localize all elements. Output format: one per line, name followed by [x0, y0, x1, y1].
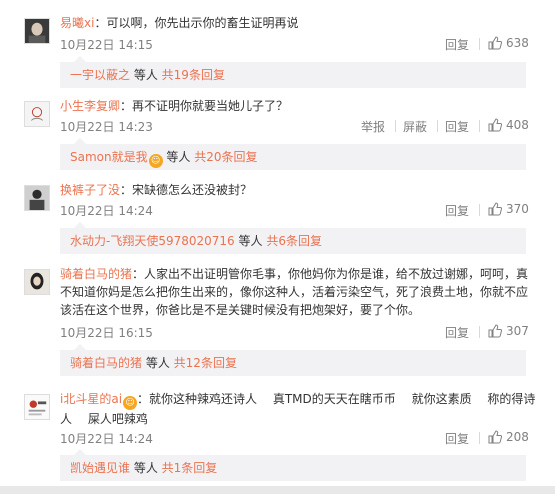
comment-body-line: 不知道你妈是怎么把你生出来的，像你这种人，活着污染空气，死了浪费土地，你就不应 [60, 285, 529, 299]
like-count: 638 [506, 36, 529, 50]
reply-username[interactable]: 水动力-飞翔天使5978020716 [70, 234, 235, 248]
thumbs-up-icon[interactable] [488, 118, 502, 132]
comment-meta: 10月22日 16:15 回复 307 [60, 324, 541, 340]
comment-text: i北斗星的ai ☺ ：就你这种辣鸡还诗人 真TMD的天天在瞎币币 就你这素质 称的得… [60, 390, 541, 428]
avatar[interactable] [24, 18, 50, 44]
emoji-badge-icon: ☺ [123, 396, 138, 410]
report-button[interactable]: 举报 [361, 118, 385, 135]
thumbs-up-icon[interactable] [488, 324, 502, 338]
divider [479, 326, 480, 338]
divider [479, 432, 480, 444]
reply-count[interactable]: 共20条回复 [194, 150, 257, 164]
comment-username[interactable]: 换裤子了没 [60, 183, 120, 197]
reply-button[interactable]: 回复 [445, 202, 469, 219]
divider [479, 204, 480, 216]
comment-meta: 10月22日 14:24 回复 370 [60, 202, 541, 218]
reply-suffix: 等人 [130, 461, 158, 475]
comment-time: 10月22日 14:24 [60, 204, 153, 218]
replies-preview[interactable]: 一宇以蔽之 等人 共19条回复 [60, 56, 526, 88]
comment-username[interactable]: 小生李复卿 [60, 99, 120, 113]
avatar[interactable] [24, 101, 50, 127]
like-count: 208 [506, 430, 529, 444]
like-count: 408 [506, 118, 529, 132]
replies-preview[interactable]: Samon就是我 ☺ 等人 共20条回复 [60, 138, 526, 170]
divider [395, 120, 396, 132]
reply-count[interactable]: 共1条回复 [162, 461, 218, 475]
comment-text: 换裤子了没：宋缺德怎么还没被封？ [60, 181, 541, 199]
comment-username[interactable]: 骑着白马的猪 [60, 267, 132, 281]
reply-button[interactable]: 回复 [445, 36, 469, 53]
like-count: 307 [506, 324, 529, 338]
reply-button[interactable]: 回复 [445, 430, 469, 447]
comment-body-line: ：就你这种辣鸡还诗人 真TMD的天天在瞎币币 就你这素质 称的得诗 [137, 392, 536, 406]
comment-text: 小生李复卿：再不证明你就要当她儿子了？ [60, 97, 541, 115]
reply-count[interactable]: 共12条回复 [174, 356, 237, 370]
divider [479, 120, 480, 132]
reply-username[interactable]: Samon就是我 [70, 150, 148, 164]
thumbs-up-icon[interactable] [488, 430, 502, 444]
reply-count[interactable]: 共6条回复 [266, 234, 322, 248]
reply-username[interactable]: 凯始遇见谁 [70, 461, 130, 475]
comment-body: ：再不证明你就要当她儿子了？ [120, 99, 289, 113]
comment-time: 10月22日 14:15 [60, 38, 153, 52]
comment-username[interactable]: 易曦xi [60, 16, 94, 30]
comment-body: ：可以啊，你先出示你的畜生证明再说 [94, 16, 299, 30]
comment-time: 10月22日 14:24 [60, 432, 153, 446]
replies-preview[interactable]: 凯始遇见谁 等人 共1条回复 [60, 449, 526, 481]
comment-meta: 10月22日 14:23 举报 屏蔽 回复 408 [60, 118, 541, 134]
comment-username[interactable]: i北斗星的ai [60, 392, 122, 406]
replies-preview[interactable]: 水动力-飞翔天使5978020716 等人 共6条回复 [60, 222, 526, 254]
avatar[interactable] [24, 394, 50, 420]
reply-count[interactable]: 共19条回复 [162, 68, 225, 82]
divider [479, 38, 480, 50]
reply-suffix: 等人 [234, 234, 263, 248]
comment-time: 10月22日 16:15 [60, 326, 153, 340]
block-button[interactable]: 屏蔽 [403, 118, 427, 135]
comment-text: 易曦xi：可以啊，你先出示你的畜生证明再说 [60, 14, 541, 32]
like-count: 370 [506, 202, 529, 216]
comment-feed: 易曦xi：可以啊，你先出示你的畜生证明再说 10月22日 14:15 回复 63… [0, 0, 555, 494]
bottom-edge [0, 486, 555, 494]
thumbs-up-icon[interactable] [488, 202, 502, 216]
reply-suffix: 等人 [130, 68, 158, 82]
divider [437, 120, 438, 132]
replies-preview[interactable]: 骑着白马的猪 等人 共12条回复 [60, 344, 526, 376]
comment-time: 10月22日 14:23 [60, 120, 153, 134]
reply-username[interactable]: 骑着白马的猪 [70, 356, 142, 370]
comment-body-line: 该活在这个世界，你爸比是不是关键时候没有把炮架好，要了个你。 [60, 303, 421, 317]
emoji-badge-icon: ☺ [148, 154, 163, 168]
comment-body-line: ：人家出不出证明管你毛事，你他妈你为你是谁，给不放过谢娜，呵呵，真 [132, 267, 529, 281]
reply-button[interactable]: 回复 [445, 324, 469, 341]
thumbs-up-icon[interactable] [488, 36, 502, 50]
comment-meta: 10月22日 14:24 回复 208 [60, 430, 541, 446]
comment-body: ：宋缺德怎么还没被封？ [120, 183, 253, 197]
avatar[interactable] [24, 185, 50, 211]
comment-text: 骑着白马的猪：人家出不出证明管你毛事，你他妈你为你是谁，给不放过谢娜，呵呵，真 … [60, 265, 541, 319]
reply-username[interactable]: 一宇以蔽之 [70, 68, 130, 82]
reply-suffix: 等人 [162, 150, 191, 164]
avatar[interactable] [24, 269, 50, 295]
comment-body-line: 人 屎人吧辣鸡 [60, 412, 148, 426]
reply-button[interactable]: 回复 [445, 118, 469, 135]
reply-suffix: 等人 [142, 356, 170, 370]
comment-meta: 10月22日 14:15 回复 638 [60, 36, 541, 52]
